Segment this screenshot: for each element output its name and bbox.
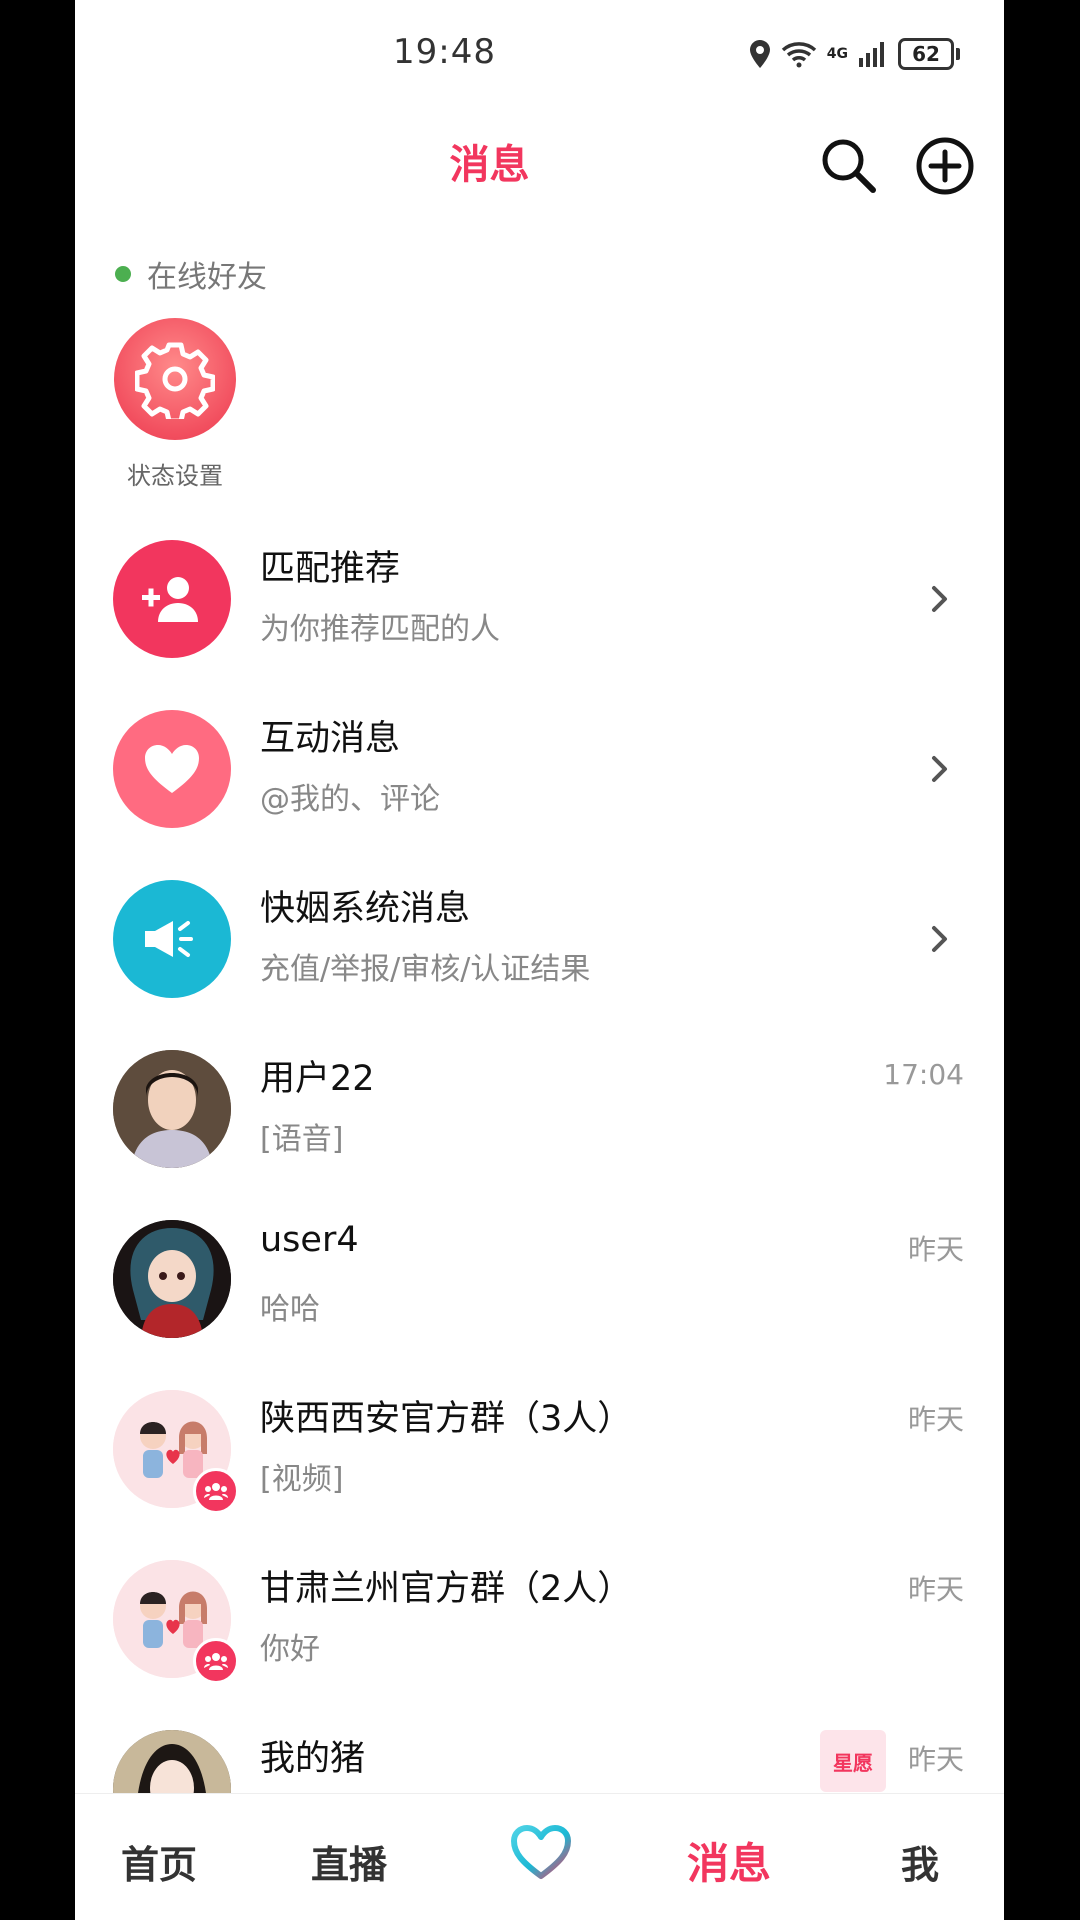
add-circle-icon[interactable] <box>915 136 975 196</box>
item-subtitle: [语音] <box>260 1122 344 1157</box>
status-bar: 19:48 4G 62 <box>75 0 1004 110</box>
group-icon <box>193 1638 239 1684</box>
item-time: 昨天 <box>907 1403 964 1436</box>
nav-home[interactable]: 首页 <box>121 1834 197 1889</box>
item-subtitle: 为你推荐匹配的人 <box>260 612 500 647</box>
item-subtitle: [视频] <box>260 1462 344 1497</box>
item-title: 快姻系统消息 <box>260 889 471 929</box>
item-time: 昨天 <box>907 1743 964 1776</box>
battery-indicator: 62 <box>898 38 960 70</box>
item-title: 陕西西安官方群（3人） <box>260 1399 633 1439</box>
item-title: 甘肃兰州官方群（2人） <box>260 1569 633 1609</box>
xingyuan-badge: 星愿 <box>820 1730 886 1792</box>
search-icon[interactable] <box>819 136 879 196</box>
list-item-chat-user22[interactable]: 用户22 [语音] 17:04 <box>75 1050 1004 1220</box>
online-friends-text: 在线好友 <box>147 260 267 295</box>
location-icon <box>749 40 770 68</box>
wifi-icon <box>781 42 816 68</box>
item-subtitle: 充值/举报/审核/认证结果 <box>260 952 591 987</box>
chevron-right-icon <box>932 586 947 612</box>
page-title: 消息 <box>449 142 530 188</box>
item-time: 昨天 <box>907 1233 964 1266</box>
list-item-group-lanzhou[interactable]: 甘肃兰州官方群（2人） 你好 昨天 <box>75 1560 1004 1730</box>
online-dot-icon <box>115 266 131 282</box>
signal-icon <box>859 42 884 67</box>
item-title: user4 <box>260 1220 359 1260</box>
chevron-right-icon <box>932 926 947 952</box>
list-item-system-messages[interactable]: 快姻系统消息 充值/举报/审核/认证结果 <box>75 880 1004 1050</box>
status-icons: 4G 62 <box>749 36 960 72</box>
add-person-icon <box>113 540 231 658</box>
chevron-right-icon <box>932 756 947 782</box>
network-type: 4G <box>826 46 848 62</box>
nav-live[interactable]: 直播 <box>311 1834 387 1889</box>
item-title: 我的猪 <box>260 1739 366 1779</box>
status-setting-button[interactable]: 状态设置 <box>113 318 237 491</box>
item-time: 昨天 <box>907 1573 964 1606</box>
avatar <box>113 1220 231 1338</box>
list-item-match-recommend[interactable]: 匹配推荐 为你推荐匹配的人 <box>75 540 1004 710</box>
list-item-chat-user4[interactable]: user4 哈哈 昨天 <box>75 1220 1004 1390</box>
nav-messages[interactable]: 消息 <box>687 1830 771 1891</box>
group-icon <box>193 1468 239 1514</box>
item-subtitle: 你好 <box>260 1632 320 1667</box>
status-time: 19:48 <box>393 32 496 72</box>
item-title: 用户22 <box>260 1059 375 1099</box>
list-item-group-xian[interactable]: 陕西西安官方群（3人） [视频] 昨天 <box>75 1390 1004 1560</box>
megaphone-icon <box>113 880 231 998</box>
online-friends-label: 在线好友 <box>115 252 267 296</box>
nav-me[interactable]: 我 <box>901 1834 939 1889</box>
gear-icon <box>114 318 236 440</box>
item-subtitle: 哈哈 <box>260 1292 320 1327</box>
bottom-nav: 首页 直播 消息 我 <box>75 1793 1004 1920</box>
item-title: 匹配推荐 <box>260 549 401 589</box>
heart-center-icon[interactable] <box>510 1824 572 1882</box>
heart-icon <box>113 710 231 828</box>
list-item-interactions[interactable]: 互动消息 @我的、评论 <box>75 710 1004 880</box>
item-subtitle: @我的、评论 <box>260 782 440 817</box>
avatar <box>113 1050 231 1168</box>
status-setting-label: 状态设置 <box>127 462 223 490</box>
messages-screen: 19:48 4G 62 消息 在线好友 状态设置 匹配推荐 为你推荐匹配的人 互… <box>75 0 1004 1920</box>
item-time: 17:04 <box>883 1058 964 1091</box>
item-title: 互动消息 <box>260 719 401 759</box>
